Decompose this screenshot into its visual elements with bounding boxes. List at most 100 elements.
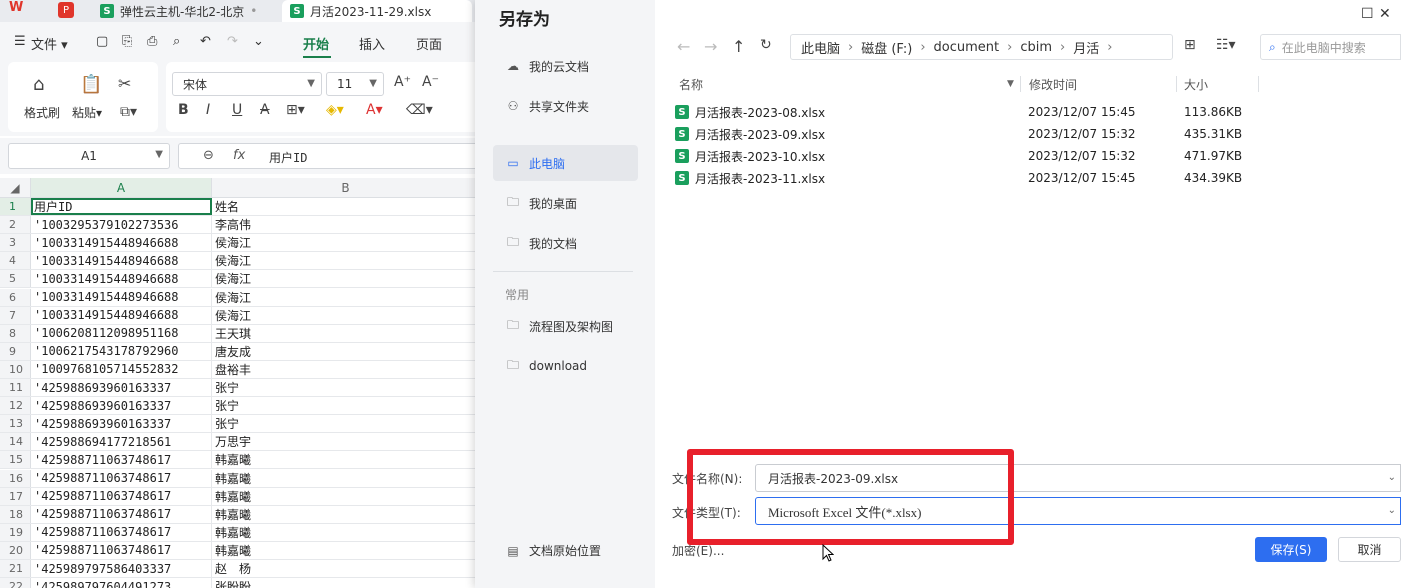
breadcrumb-item-this-pc[interactable]: 此电脑 [801,38,840,57]
cell-user-id[interactable]: '425989797604491273 [31,578,212,588]
cell-name[interactable]: 张盼盼 [212,578,480,588]
menu-insert[interactable]: 插入 [359,34,385,53]
cell-user-id[interactable]: '425988711063748617 [31,469,212,487]
cell-user-id[interactable]: '1006217543178792960 [31,342,212,360]
forward-arrow-icon[interactable]: → [704,37,717,56]
cell-name[interactable]: 韩嘉曦 [212,488,480,505]
cell-user-id[interactable]: '1003314915448946688 [31,270,212,288]
column-header-name[interactable]: 名称 [679,74,703,94]
pdf-icon[interactable]: P [58,2,74,18]
export-icon[interactable]: ⎘ [122,34,132,49]
format-painter-icon[interactable]: ⌂ [33,74,44,95]
cell-user-id[interactable]: '425988693960163337 [31,379,212,396]
sidebar-item-flowcharts[interactable]: 🗀 流程图及架构图 [493,308,638,344]
print-preview-icon[interactable]: ⌕ [173,34,180,49]
column-header-a[interactable]: A [31,178,212,198]
spreadsheet-grid[interactable]: ◢ A B 1 用户ID 姓名 2'1003295379102273536 李高伟 3'1… [0,178,480,588]
cell-user-id[interactable]: '425988711063748617 [31,523,212,541]
cell-name[interactable]: 唐友成 [212,343,480,360]
cell-name[interactable]: 韩嘉曦 [212,451,480,468]
select-all-corner[interactable]: ◢ [0,178,31,198]
save-icon[interactable]: ▢ [96,34,108,49]
breadcrumb-item-document[interactable]: document [934,40,1000,55]
chevron-down-icon[interactable]: ⌄ [1388,472,1396,483]
copy-icon[interactable]: ⧉▾ [120,104,137,120]
cell-user-id[interactable]: '425988711063748617 [31,541,212,559]
sidebar-item-shared-folder[interactable]: ⚇ 共享文件夹 [493,88,638,124]
cell-name[interactable]: 万思宇 [212,433,480,450]
breadcrumb-item-cbim[interactable]: cbim [1020,40,1052,55]
cell-user-id[interactable]: '425988693960163337 [31,397,212,415]
name-box[interactable]: A1 ▼ [8,143,170,169]
cell-user-id[interactable]: '425988693960163337 [31,415,212,433]
breadcrumb[interactable]: 此电脑 › 磁盘 (F:) › document › cbim › 月活 › [790,34,1173,60]
cell-user-id[interactable]: '1003314915448946688 [31,306,212,324]
original-location-button[interactable]: ▤ 文档原始位置 [505,542,601,559]
cell-name[interactable]: 赵 杨 [212,560,480,577]
fx-icon[interactable]: fx [233,148,245,163]
row-number[interactable]: 15 [0,451,31,469]
cell-name[interactable]: 韩嘉曦 [212,470,480,487]
view-mode-icon[interactable]: ☷▾ [1216,37,1236,53]
row-number[interactable]: 21 [0,560,31,577]
row-number[interactable]: 1 [0,198,31,215]
cell-user-id[interactable]: '425988694177218561 [31,433,212,451]
file-list-item[interactable]: S 月活报表-2023-10.xlsx 2023/12/07 15:32 471.97… [675,145,1401,167]
cell-user-id[interactable]: '425988711063748617 [31,505,212,523]
tab-monthly-active[interactable]: S 月活2023-11-29.xlsx [282,0,472,22]
cell-name[interactable]: 张宁 [212,379,480,396]
cell-user-id[interactable]: '1003314915448946688 [31,288,212,306]
row-number[interactable]: 17 [0,487,31,505]
fill-color-icon[interactable]: ◈▾ [326,102,344,118]
border-icon[interactable]: ⊞▾ [286,102,305,118]
cancel-button[interactable]: 取消 [1338,537,1401,562]
file-list-item[interactable]: S 月活报表-2023-11.xlsx 2023/12/07 15:45 434.39… [675,167,1401,189]
cell-name[interactable]: 侯海江 [212,289,480,306]
new-folder-icon[interactable]: ⊞ [1184,37,1196,53]
hamburger-icon[interactable]: ☰ [14,34,26,49]
font-color-icon[interactable]: A▾ [366,102,383,118]
row-number[interactable]: 9 [0,342,31,360]
cell-name[interactable]: 盘裕丰 [212,361,480,378]
strikethrough-icon[interactable]: A [260,102,270,118]
cell-user-id[interactable]: '1006208112098951168 [31,324,212,342]
row-number[interactable]: 12 [0,397,31,415]
chevron-down-icon[interactable]: ⌄ [1388,505,1396,516]
row-number[interactable]: 14 [0,433,31,451]
filename-field[interactable]: 月活报表-2023-09.xlsx ⌄ [755,464,1401,492]
cell-user-id[interactable]: '425989797586403337 [31,560,212,577]
row-number[interactable]: 13 [0,415,31,433]
more-chevron-icon[interactable]: ⌄ [253,34,264,49]
sidebar-item-download[interactable]: 🗀 download [493,348,638,384]
breadcrumb-item-disk-f[interactable]: 磁盘 (F:) [861,38,912,57]
row-number[interactable]: 3 [0,234,31,252]
paste-icon[interactable]: 📋 [80,74,102,95]
increase-font-icon[interactable]: A⁺ [394,74,411,90]
sidebar-item-this-pc[interactable]: ▭ 此电脑 [493,145,638,181]
row-number[interactable]: 16 [0,469,31,487]
cell-name[interactable]: 侯海江 [212,234,480,251]
italic-icon[interactable]: I [206,102,210,118]
row-number[interactable]: 6 [0,288,31,306]
sidebar-item-desktop[interactable]: 🗀 我的桌面 [493,185,638,221]
back-arrow-icon[interactable]: ← [677,37,690,56]
cell-name[interactable]: 韩嘉曦 [212,524,480,541]
paste-label[interactable]: 粘贴▾ [72,104,102,121]
cell-name[interactable]: 韩嘉曦 [212,506,480,523]
format-painter-label[interactable]: 格式刷 [24,104,60,121]
formula-input[interactable]: ⊖ fx 用户ID [178,143,480,169]
font-name-select[interactable]: 宋体 ▼ [172,72,322,96]
undo-icon[interactable]: ↶ [200,34,211,49]
cut-icon[interactable]: ✂ [118,74,131,93]
clear-format-icon[interactable]: ⌫▾ [406,102,433,118]
cell-name[interactable]: 张宁 [212,397,480,414]
cell-user-id[interactable]: 用户ID [31,198,212,215]
column-header-b[interactable]: B [212,178,480,198]
close-icon[interactable]: ✕ [1379,6,1391,22]
cell-name[interactable]: 侯海江 [212,270,480,287]
cell-user-id[interactable]: '1003295379102273536 [31,216,212,234]
row-number[interactable]: 2 [0,216,31,234]
cell-name[interactable]: 王天琪 [212,325,480,342]
row-number[interactable]: 8 [0,324,31,342]
file-list-item[interactable]: S 月活报表-2023-09.xlsx 2023/12/07 15:32 435.31… [675,123,1401,145]
